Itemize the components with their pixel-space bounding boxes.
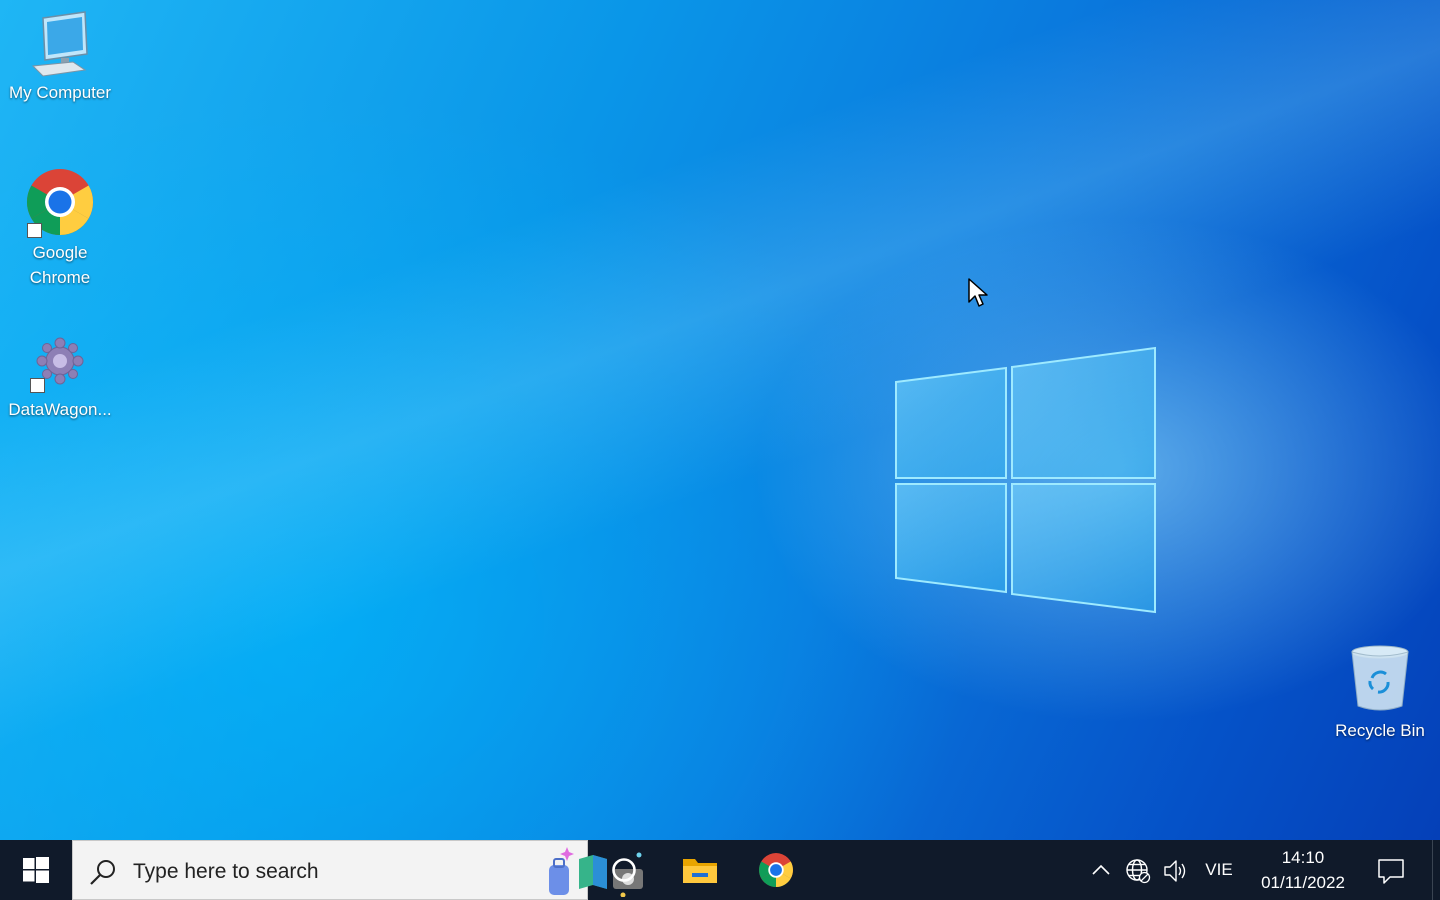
- datawagon-icon: [28, 335, 92, 397]
- taskbar-clock[interactable]: 14:10 01/11/2022: [1248, 845, 1358, 895]
- search-box[interactable]: Type here to search: [72, 840, 643, 900]
- start-button[interactable]: [0, 840, 72, 900]
- chrome-icon: [759, 853, 793, 887]
- chrome-icon: [25, 168, 95, 240]
- taskbar: Type here to search VIE 14:10 01/11/2022: [0, 840, 1440, 900]
- desktop-icon-datawagon[interactable]: DataWagon...: [0, 335, 120, 422]
- chrome-taskbar-button[interactable]: [740, 840, 812, 900]
- cortana-button[interactable]: [588, 840, 660, 900]
- file-explorer-icon: [683, 859, 717, 883]
- desktop-icon-google-chrome[interactable]: Google Chrome: [0, 168, 120, 290]
- desktop-icon-label: Google Chrome: [29, 243, 91, 287]
- desktop-icon-my-computer[interactable]: My Computer: [0, 10, 120, 105]
- wallpaper-light-beam: [0, 0, 1440, 840]
- cortana-icon: [612, 858, 636, 882]
- desktop[interactable]: My Computer Google Chrome DataWagon... R…: [0, 0, 1440, 840]
- volume-icon[interactable]: [1162, 858, 1188, 884]
- desktop-icon-label: My Computer: [8, 83, 112, 102]
- recycle-bin-icon: [1348, 642, 1412, 718]
- desktop-icon-recycle-bin[interactable]: Recycle Bin: [1320, 642, 1440, 743]
- desktop-icon-label: Recycle Bin: [1335, 721, 1425, 740]
- windows-start-icon: [23, 857, 49, 883]
- mouse-cursor-icon: [968, 278, 988, 307]
- computer-icon: [25, 10, 95, 80]
- show-hidden-icons-chevron-icon[interactable]: [1090, 860, 1112, 880]
- show-desktop-button[interactable]: [1432, 840, 1440, 900]
- file-explorer-button[interactable]: [664, 840, 736, 900]
- action-center-notification-icon[interactable]: [1376, 856, 1406, 886]
- input-language-indicator[interactable]: VIE: [1198, 860, 1240, 880]
- clock-time: 14:10: [1281, 848, 1325, 867]
- windows-wallpaper-logo: [895, 346, 1156, 614]
- network-globe-icon[interactable]: [1125, 858, 1151, 884]
- search-icon: [90, 860, 115, 885]
- clock-date: 01/11/2022: [1261, 873, 1345, 892]
- desktop-icon-label: DataWagon...: [8, 400, 112, 419]
- search-placeholder: Type here to search: [133, 860, 319, 883]
